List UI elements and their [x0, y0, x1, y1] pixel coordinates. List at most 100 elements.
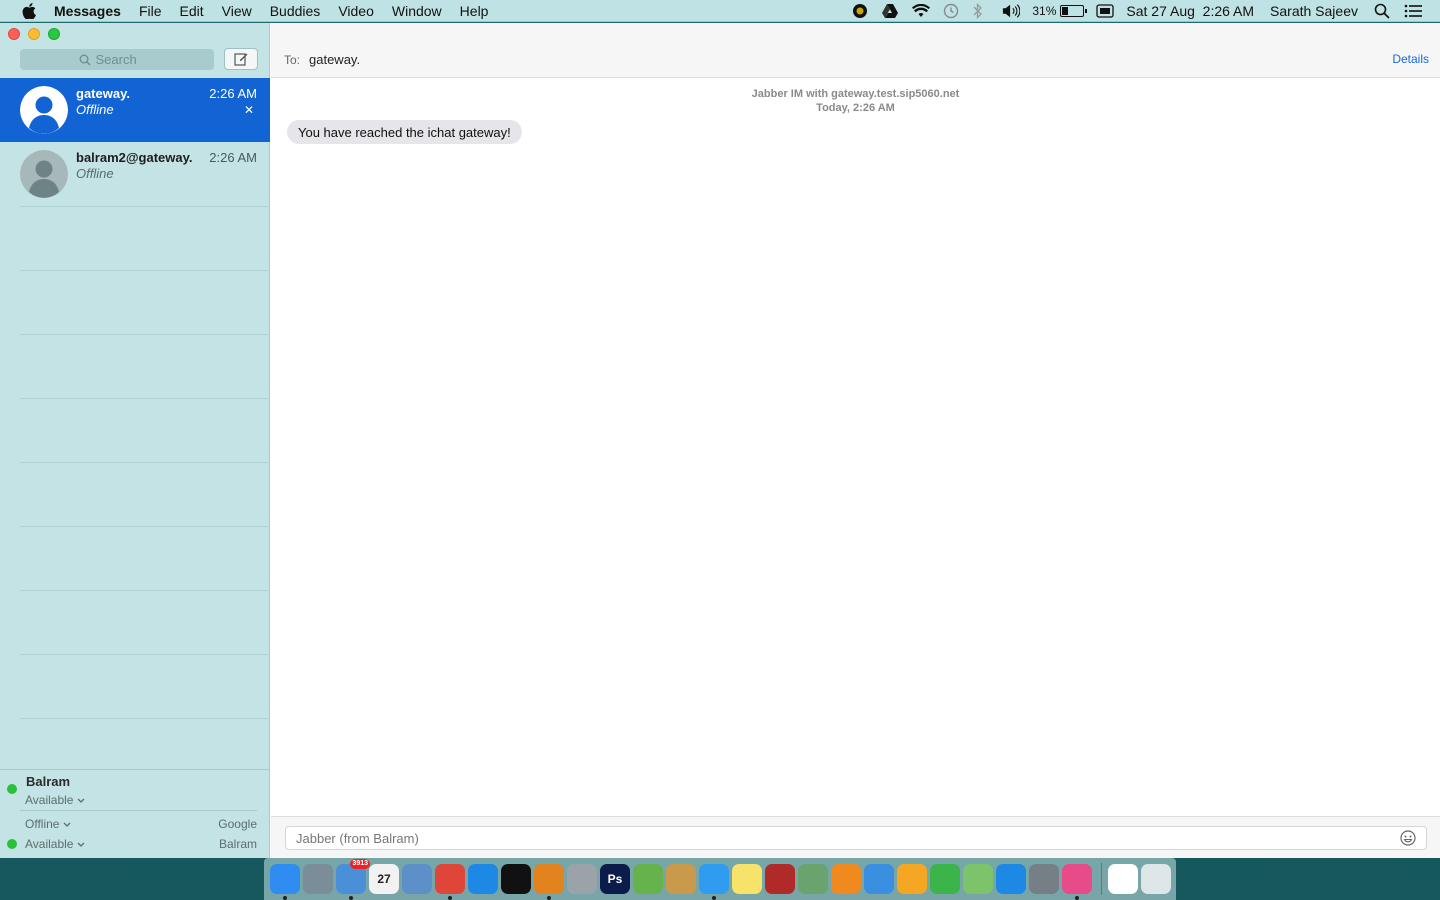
user-name[interactable]: Sarath Sajeev — [1270, 3, 1358, 19]
search-icon — [79, 54, 91, 66]
close-conversation-icon[interactable]: ✕ — [244, 103, 254, 117]
menu-view[interactable]: View — [213, 3, 261, 19]
account-status-panel: Balram Available Offline Google Availabl… — [0, 769, 270, 858]
service-name: Google — [218, 817, 257, 831]
safari-icon[interactable] — [468, 864, 498, 894]
emoji-icon[interactable] — [1400, 830, 1416, 846]
online-status-dot — [7, 839, 17, 849]
itunes-icon[interactable] — [1062, 864, 1092, 900]
service-name: Balram — [218, 837, 257, 851]
notes-icon[interactable] — [732, 864, 762, 894]
bluetooth-icon[interactable] — [972, 2, 990, 19]
search-input[interactable] — [95, 52, 156, 67]
record-status-icon[interactable] — [852, 3, 870, 19]
account-name: Balram — [26, 774, 71, 789]
conversation-name: balram2@gateway. — [76, 150, 193, 165]
trash-icon[interactable] — [1141, 864, 1171, 894]
running-indicator — [283, 896, 287, 900]
dock-separator — [1101, 863, 1102, 895]
to-label: To: — [284, 53, 301, 67]
google-drive-icon[interactable] — [882, 3, 900, 19]
pages-icon[interactable] — [897, 864, 927, 894]
menu-window[interactable]: Window — [383, 3, 451, 19]
spotlight-icon[interactable] — [1374, 3, 1392, 19]
menu-bar: Messages File Edit View Buddies Video Wi… — [0, 0, 1440, 22]
menu-help[interactable]: Help — [451, 3, 498, 19]
menu-buddies[interactable]: Buddies — [261, 3, 330, 19]
close-window-button[interactable] — [8, 28, 20, 40]
maps-icon[interactable] — [963, 864, 993, 894]
chevron-down-icon — [77, 793, 85, 807]
avatar — [20, 150, 68, 198]
conversation-item[interactable]: gateway. Offline 2:26 AM ✕ — [0, 78, 270, 142]
launchpad-icon[interactable] — [303, 864, 333, 894]
time-machine-icon[interactable] — [942, 3, 960, 19]
chevron-down-icon — [63, 817, 71, 831]
empty-rows — [20, 206, 270, 782]
photoshop-icon[interactable]: Ps — [600, 864, 630, 894]
avatar — [20, 86, 68, 134]
service-status-dropdown[interactable]: Offline — [25, 817, 71, 831]
apple-menu-icon[interactable] — [20, 2, 38, 20]
numbers-icon[interactable] — [930, 864, 960, 894]
online-status-dot — [7, 784, 17, 794]
messages-icon[interactable] — [699, 864, 729, 900]
conversation-list: gateway. Offline 2:26 AM ✕ balram2@gatew… — [0, 78, 270, 206]
chrome-icon[interactable] — [435, 864, 465, 900]
notification-center-icon[interactable] — [1404, 3, 1422, 19]
running-indicator — [1075, 896, 1079, 900]
wifi-icon[interactable] — [912, 3, 931, 19]
volume-icon[interactable] — [1002, 3, 1021, 19]
ibooks-icon[interactable] — [831, 864, 861, 894]
conversation-time: 2:26 AM — [209, 86, 257, 101]
minimize-window-button[interactable] — [28, 28, 40, 40]
menu-file[interactable]: File — [130, 3, 171, 19]
vlc-icon[interactable] — [534, 864, 564, 900]
menu-video[interactable]: Video — [329, 3, 383, 19]
contacts-icon[interactable] — [666, 864, 696, 894]
image-capture-icon[interactable] — [798, 864, 828, 894]
finder-icon[interactable] — [270, 864, 300, 900]
running-indicator — [448, 896, 452, 900]
conversation-item[interactable]: balram2@gateway. Offline 2:26 AM — [0, 142, 270, 206]
new-message-button[interactable] — [224, 48, 258, 70]
compose-icon — [234, 52, 248, 66]
preview-icon[interactable] — [402, 864, 432, 894]
message-input[interactable] — [296, 830, 1400, 846]
clock[interactable]: Sat 27 Aug 2:26 AM — [1126, 3, 1254, 19]
system-preferences-icon[interactable] — [1029, 864, 1059, 894]
mail-icon[interactable]: 3913 — [336, 859, 370, 900]
document-icon[interactable] — [1108, 864, 1138, 894]
android-studio-icon[interactable] — [633, 864, 663, 894]
menu-app-name[interactable]: Messages — [54, 3, 130, 19]
search-field[interactable] — [20, 49, 214, 70]
utility-icon[interactable] — [567, 864, 597, 894]
maximize-window-button[interactable] — [48, 28, 60, 40]
account-status-label: Available — [25, 793, 74, 807]
sidebar: gateway. Offline 2:26 AM ✕ balram2@gatew… — [0, 23, 270, 858]
battery-icon[interactable] — [1060, 4, 1088, 17]
message-field[interactable] — [285, 826, 1427, 850]
battery-percent: 31% — [1032, 3, 1057, 18]
menu-edit[interactable]: Edit — [171, 3, 213, 19]
photo-booth-icon[interactable] — [765, 864, 795, 894]
chevron-down-icon — [77, 837, 85, 851]
app-store-icon[interactable] — [996, 864, 1026, 894]
window-controls — [8, 28, 60, 40]
message-bubble[interactable]: You have reached the ichat gateway! — [287, 120, 522, 144]
composer-bar — [271, 816, 1440, 858]
terminal-icon[interactable] — [501, 864, 531, 894]
conversation-timestamp: Today, 2:26 AM — [816, 102, 895, 114]
conversation-info: Jabber IM with gateway.test.sip5060.net — [751, 88, 960, 100]
messages-window: gateway. Offline 2:26 AM ✕ balram2@gatew… — [0, 23, 1440, 858]
recipient-field[interactable]: gateway. — [309, 52, 360, 67]
details-button[interactable]: Details — [1392, 52, 1429, 66]
calendar-icon[interactable]: 27 — [369, 864, 399, 894]
conversation-pane: To: gateway. Details Jabber IM with gate… — [271, 23, 1440, 858]
service-status-label: Offline — [25, 817, 60, 831]
service-status-dropdown[interactable]: Available — [25, 837, 85, 851]
input-source-icon[interactable] — [1096, 3, 1115, 19]
conversation-status: Offline — [76, 102, 114, 117]
keynote-icon[interactable] — [864, 864, 894, 894]
account-status-dropdown[interactable]: Available — [25, 793, 85, 807]
